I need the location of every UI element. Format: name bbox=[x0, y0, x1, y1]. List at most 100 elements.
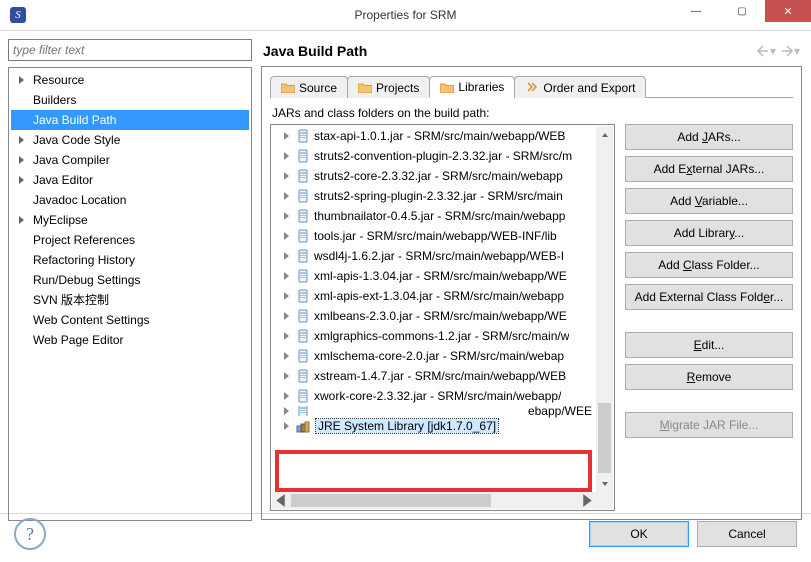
add-jars-button[interactable]: Add JARs... bbox=[625, 124, 793, 150]
add-library-button[interactable]: Add Library... bbox=[625, 220, 793, 246]
category-tree[interactable]: ResourceBuildersJava Build PathJava Code… bbox=[8, 67, 252, 521]
back-button[interactable]: ▾ bbox=[754, 42, 778, 60]
jar-row[interactable]: xmlschema-core-2.0.jar - SRM/src/main/we… bbox=[272, 346, 613, 366]
jar-label: struts2-convention-plugin-2.3.32.jar - S… bbox=[314, 149, 572, 163]
jar-label: xstream-1.4.7.jar - SRM/src/main/webapp/… bbox=[314, 369, 566, 383]
jar-row[interactable]: struts2-core-2.3.32.jar - SRM/src/main/w… bbox=[272, 166, 613, 186]
sidebar-item-java-editor[interactable]: Java Editor bbox=[11, 170, 249, 190]
expand-arrow-icon[interactable] bbox=[282, 231, 292, 241]
expand-arrow-icon[interactable] bbox=[282, 291, 292, 301]
expand-arrow-icon[interactable] bbox=[282, 371, 292, 381]
list-label: JARs and class folders on the build path… bbox=[270, 98, 793, 124]
scroll-right-button[interactable] bbox=[579, 492, 596, 509]
ok-button[interactable]: OK bbox=[589, 521, 689, 547]
jar-label: xmlschema-core-2.0.jar - SRM/src/main/we… bbox=[314, 349, 564, 363]
scroll-up-button[interactable] bbox=[596, 126, 613, 143]
sidebar-item-project-references[interactable]: Project References bbox=[11, 230, 249, 250]
sidebar-item-refactoring-history[interactable]: Refactoring History bbox=[11, 250, 249, 270]
jar-label: xml-apis-ext-1.3.04.jar - SRM/src/main/w… bbox=[314, 289, 564, 303]
tab-projects[interactable]: Projects bbox=[347, 76, 430, 98]
remove-button[interactable]: Remove bbox=[625, 364, 793, 390]
expand-arrow-icon[interactable] bbox=[282, 271, 292, 281]
jar-label: xwork-core-2.3.32.jar - SRM/src/main/web… bbox=[314, 389, 561, 403]
jar-row[interactable]: struts2-convention-plugin-2.3.32.jar - S… bbox=[272, 146, 613, 166]
tab-order-and-export[interactable]: Order and Export bbox=[514, 76, 646, 98]
jar-label: stax-api-1.0.1.jar - SRM/src/main/webapp… bbox=[314, 129, 565, 143]
jar-label: struts2-spring-plugin-2.3.32.jar - SRM/s… bbox=[314, 189, 563, 203]
jar-row[interactable]: xml-apis-1.3.04.jar - SRM/src/main/webap… bbox=[272, 266, 613, 286]
expand-arrow-icon[interactable] bbox=[282, 391, 292, 401]
jar-row[interactable]: xstream-1.4.7.jar - SRM/src/main/webapp/… bbox=[272, 366, 613, 386]
sidebar-item-myeclipse[interactable]: MyEclipse bbox=[11, 210, 249, 230]
expand-arrow-icon[interactable] bbox=[282, 351, 292, 361]
main-panel: Java Build Path ▾ ▾ Source Projects Librar… bbox=[260, 39, 803, 521]
forward-button[interactable]: ▾ bbox=[778, 42, 802, 60]
jar-row[interactable]: tools.jar - SRM/src/main/webapp/WEB-INF/… bbox=[272, 226, 613, 246]
expand-arrow-icon[interactable] bbox=[282, 191, 292, 201]
horizontal-scrollbar[interactable] bbox=[272, 492, 596, 509]
jar-row[interactable]: xmlgraphics-commons-1.2.jar - SRM/src/ma… bbox=[272, 326, 613, 346]
expand-arrow-icon[interactable] bbox=[282, 251, 292, 261]
jar-row[interactable]: xml-apis-ext-1.3.04.jar - SRM/src/main/w… bbox=[272, 286, 613, 306]
jar-label: wsdl4j-1.6.2.jar - SRM/src/main/webapp/W… bbox=[314, 249, 564, 263]
expand-arrow-icon[interactable] bbox=[282, 331, 292, 341]
sidebar-item-java-code-style[interactable]: Java Code Style bbox=[11, 130, 249, 150]
jar-row[interactable]: xebapp/WEE bbox=[272, 406, 613, 416]
scroll-thumb[interactable] bbox=[598, 403, 611, 473]
sidebar-item-resource[interactable]: Resource bbox=[11, 70, 249, 90]
jar-row[interactable]: xmlbeans-2.3.0.jar - SRM/src/main/webapp… bbox=[272, 306, 613, 326]
tab-label: Order and Export bbox=[543, 81, 635, 95]
edit-button[interactable]: Edit... bbox=[625, 332, 793, 358]
jar-label: struts2-core-2.3.32.jar - SRM/src/main/w… bbox=[314, 169, 563, 183]
jre-library-row[interactable]: JRE System Library [jdk1.7.0_67] bbox=[272, 416, 613, 436]
scroll-left-button[interactable] bbox=[272, 492, 289, 509]
sidebar-item-web-content-settings[interactable]: Web Content Settings bbox=[11, 310, 249, 330]
vertical-scrollbar[interactable] bbox=[596, 126, 613, 492]
expand-arrow-icon[interactable] bbox=[282, 406, 292, 416]
add-external-jars-button[interactable]: Add External JARs... bbox=[625, 156, 793, 182]
jar-row[interactable]: xwork-core-2.3.32.jar - SRM/src/main/web… bbox=[272, 386, 613, 406]
sidebar-item-java-build-path[interactable]: Java Build Path bbox=[11, 110, 249, 130]
jar-row[interactable]: stax-api-1.0.1.jar - SRM/src/main/webapp… bbox=[272, 126, 613, 146]
maximize-button[interactable]: ▢ bbox=[719, 0, 765, 22]
jar-label: xmlbeans-2.3.0.jar - SRM/src/main/webapp… bbox=[314, 309, 567, 323]
jar-row[interactable]: thumbnailator-0.4.5.jar - SRM/src/main/w… bbox=[272, 206, 613, 226]
jar-row[interactable]: wsdl4j-1.6.2.jar - SRM/src/main/webapp/W… bbox=[272, 246, 613, 266]
expand-arrow-icon[interactable] bbox=[282, 211, 292, 221]
expand-arrow-icon[interactable] bbox=[282, 131, 292, 141]
sidebar-item-java-compiler[interactable]: Java Compiler bbox=[11, 150, 249, 170]
titlebar: S Properties for SRM — ▢ ✕ bbox=[0, 0, 811, 31]
jar-label: tools.jar - SRM/src/main/webapp/WEB-INF/… bbox=[314, 229, 557, 243]
jar-label: xmlgraphics-commons-1.2.jar - SRM/src/ma… bbox=[314, 329, 569, 343]
jar-list[interactable]: stax-api-1.0.1.jar - SRM/src/main/webapp… bbox=[270, 124, 615, 511]
scroll-down-button[interactable] bbox=[596, 475, 613, 492]
tab-libraries[interactable]: Libraries bbox=[429, 76, 515, 98]
expand-arrow-icon[interactable] bbox=[282, 171, 292, 181]
sidebar-item-builders[interactable]: Builders bbox=[11, 90, 249, 110]
sidebar-item-run-debug-settings[interactable]: Run/Debug Settings bbox=[11, 270, 249, 290]
expand-arrow-icon[interactable] bbox=[282, 311, 292, 321]
hscroll-thumb[interactable] bbox=[291, 494, 491, 507]
tab-label: Source bbox=[299, 81, 337, 95]
filter-input[interactable] bbox=[8, 39, 252, 61]
cancel-button[interactable]: Cancel bbox=[697, 521, 797, 547]
sidebar-item-svn-[interactable]: SVN 版本控制 bbox=[11, 290, 249, 310]
jre-library-label: JRE System Library [jdk1.7.0_67] bbox=[316, 419, 498, 433]
sidebar-item-web-page-editor[interactable]: Web Page Editor bbox=[11, 330, 249, 350]
help-icon[interactable]: ? bbox=[14, 518, 46, 550]
add-class-folder-button[interactable]: Add Class Folder... bbox=[625, 252, 793, 278]
jar-row[interactable]: struts2-spring-plugin-2.3.32.jar - SRM/s… bbox=[272, 186, 613, 206]
jar-label: xml-apis-1.3.04.jar - SRM/src/main/webap… bbox=[314, 269, 567, 283]
add-external-class-folder-button[interactable]: Add External Class Folder... bbox=[625, 284, 793, 310]
add-variable-button[interactable]: Add Variable... bbox=[625, 188, 793, 214]
tab-source[interactable]: Source bbox=[270, 76, 348, 98]
close-button[interactable]: ✕ bbox=[765, 0, 811, 22]
minimize-button[interactable]: — bbox=[673, 0, 719, 22]
sidebar: ResourceBuildersJava Build PathJava Code… bbox=[8, 39, 252, 521]
expand-arrow-icon[interactable] bbox=[282, 151, 292, 161]
tab-label: Projects bbox=[376, 81, 419, 95]
window-controls: — ▢ ✕ bbox=[673, 0, 811, 22]
expand-arrow-icon[interactable] bbox=[282, 421, 292, 431]
sidebar-item-javadoc-location[interactable]: Javadoc Location bbox=[11, 190, 249, 210]
page-title: Java Build Path bbox=[263, 43, 367, 59]
